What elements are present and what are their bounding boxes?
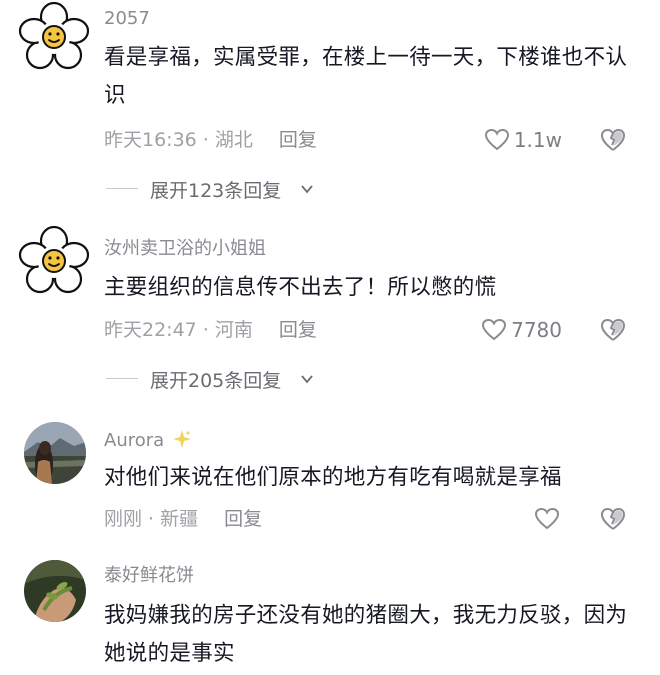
expand-replies-label: 展开205条回复 [150,370,282,392]
broken-heart-icon[interactable] [599,317,627,343]
reply-button[interactable]: 回复 [279,319,317,341]
like-button[interactable] [534,506,564,532]
reply-button[interactable]: 回复 [279,129,317,151]
broken-heart-icon[interactable] [599,506,627,532]
sparkle-icon [172,430,191,448]
comment-item: Aurora 对他们来说在他们原本的地方有吃有喝就是享福 刚刚 · 新疆 回复 [0,412,660,542]
like-button[interactable]: 1.1w [484,127,562,153]
comment-text: 对他们来说在他们原本的地方有吃有喝就是享福 [104,465,562,490]
chevron-down-icon [301,185,313,194]
plant-photo [24,560,86,622]
comment-text: 我妈嫌我的房子还没有她的猪圈大，我无力反驳，因为她说的是事实 [104,603,628,666]
comment-username[interactable]: 汝州卖卫浴的小姐姐 [104,238,266,260]
like-button[interactable]: 7780 [481,317,562,343]
comment-time-location: 昨天16:36 · 湖北 [104,129,253,151]
comment-username[interactable]: Aurora [104,429,192,452]
comment-item: 泰好鲜花饼 我妈嫌我的房子还没有她的猪圈大，我无力反驳，因为她说的是事实 [0,548,660,675]
expand-replies-button[interactable]: 展开205条回复 [104,366,324,392]
like-count: 7780 [511,318,562,342]
chevron-down-icon [301,375,313,384]
comment-meta: 刚刚 · 新疆 回复 [104,507,262,531]
broken-heart-icon[interactable] [599,127,627,153]
comment-username[interactable]: 泰好鲜花饼 [104,565,194,587]
expand-replies-button[interactable]: 展开123条回复 [104,176,324,202]
comment-meta: 昨天16:36 · 湖北 回复 [104,128,317,152]
expand-replies-label: 展开123条回复 [150,180,282,202]
comment-time-location: 昨天22:47 · 河南 [104,319,253,341]
heart-icon [534,507,560,530]
comment-time-location: 刚刚 · 新疆 [104,508,199,530]
comment-text: 看是享福，实属受罪，在楼上一待一天，下楼谁也不认识 [104,45,628,108]
username-label: Aurora [104,430,165,451]
comment-item: 汝州卖卫浴的小姐姐 主要组织的信息传不出去了！所以憋的慌 昨天22:47 · 河… [0,212,660,402]
plant-photo-avatar[interactable] [24,560,86,622]
reply-button[interactable]: 回复 [224,508,262,530]
heart-icon [484,128,509,151]
like-count: 1.1w [513,128,562,152]
landscape-photo-avatar[interactable] [24,422,86,484]
comment-item: 2057 看是享福，实属受罪，在楼上一待一天，下楼谁也不认识 昨天16:36 ·… [0,0,660,210]
flower-smiley-avatar[interactable] [18,226,90,298]
comment-username[interactable]: 2057 [104,8,150,30]
heart-icon [482,318,507,341]
comment-text: 主要组织的信息传不出去了！所以憋的慌 [104,275,497,300]
landscape-photo [24,422,86,484]
divider-line [106,378,138,379]
divider-line [106,188,138,189]
comment-meta: 昨天22:47 · 河南 回复 [104,318,317,342]
flower-smiley-avatar[interactable] [18,2,90,74]
